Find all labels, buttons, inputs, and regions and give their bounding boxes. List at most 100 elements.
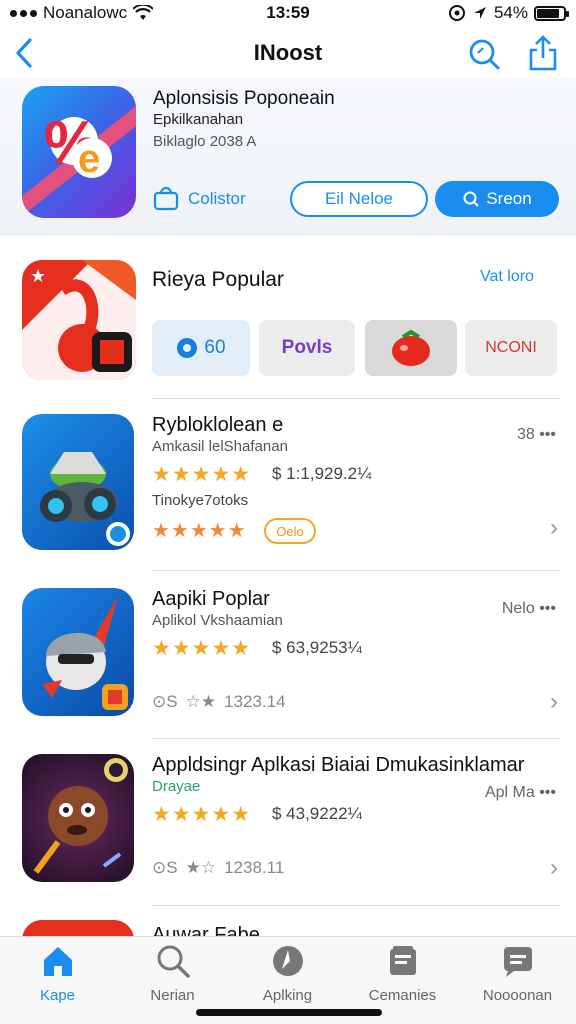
tab-search-label: Nerian [150, 987, 195, 1004]
featured-app-meta: Biklaglo 2038 A [153, 133, 257, 150]
divider [152, 738, 560, 739]
chevron-right-icon: › [550, 514, 558, 541]
popular-section-title: Rieya Popular [152, 268, 284, 291]
secondary-rating-stars: ★★★★★ [152, 520, 247, 542]
chip-tomato[interactable] [365, 320, 457, 376]
list-item[interactable]: Aapiki Poplar Aplikol Vkshaamian Nelo ••… [0, 588, 576, 758]
compass-icon [272, 946, 303, 976]
app-icon [22, 754, 134, 882]
rating-stars: ★★★★★ [152, 803, 252, 826]
chevron-right-icon: › [550, 688, 558, 715]
app-size-text: Apl Ma [484, 784, 540, 801]
app-meta-value: 1238.11 [224, 858, 285, 877]
search-icon [157, 945, 190, 978]
star-outline-icon: ★☆ [185, 858, 217, 877]
list-item[interactable]: Rybloklolean e Amkasil lelShafanan 38 ••… [0, 414, 576, 584]
button-search-icon [463, 191, 480, 207]
app-name: Appldsingr Aplkasi Biaiai Dmukasinklamar [152, 754, 525, 776]
app-meta-value: 1323.14 [224, 692, 286, 711]
app-size: Apl Ma ••• [485, 784, 556, 802]
chip-povls[interactable]: Povls [259, 320, 355, 376]
alarm-icon [448, 5, 465, 21]
battery-percent: 54% [493, 3, 528, 22]
status-left: Noanalowc [10, 3, 210, 23]
robot-icon [40, 452, 130, 546]
featured-logo-icon: % e [22, 106, 136, 216]
svg-text:★: ★ [30, 266, 46, 286]
divider [152, 398, 560, 399]
clock-icon: ⊙S [152, 692, 178, 711]
tab-messages-label: Noooonan [482, 987, 553, 1004]
tab-home-label: Kape [39, 987, 76, 1004]
see-all-link[interactable]: Vat loro [480, 268, 534, 286]
featured-app-name: Aplonsisis Poponeain [153, 88, 335, 109]
popular-logo-icon: ★ [22, 260, 136, 380]
list-item[interactable]: Auwar Fabe [0, 920, 576, 936]
share-icon[interactable] [526, 34, 560, 72]
chip-povls-label: Povls [281, 337, 333, 358]
app-meta-row: ⊙S ☆★ 1323.14 [152, 692, 286, 712]
home-indicator[interactable] [196, 1009, 382, 1016]
primary-action-label: Sreon [486, 189, 532, 208]
chip-go[interactable]: 60 [152, 320, 250, 376]
app-size: 38 ••• [517, 426, 556, 444]
app-icon [22, 588, 134, 716]
tab-companies[interactable]: Cemanies [345, 943, 460, 1004]
featured-app-subtitle: Epkilkanahan [153, 111, 244, 128]
status-time: 13:59 [266, 3, 310, 22]
primary-action-button[interactable]: Sreon [435, 181, 559, 217]
tab-companies-label: Cemanies [368, 987, 437, 1004]
app-name: Rybloklolean e [152, 414, 284, 436]
bag-icon [153, 186, 179, 211]
app-icon [22, 414, 134, 550]
more-dots-icon[interactable]: ••• [539, 600, 556, 617]
rating-stars: ★★★★★ [152, 637, 252, 660]
list-item[interactable]: Appldsingr Aplkasi Biaiai Dmukasinklamar… [0, 754, 576, 924]
status-bar: Noanalowc 13:59 54% [0, 0, 576, 26]
popular-app-icon[interactable]: ★ [22, 260, 136, 380]
app-extra: Tinokye7otoks [152, 492, 249, 509]
creature-icon [33, 758, 128, 874]
app-size: Nelo ••• [502, 600, 556, 618]
more-dots-icon[interactable]: ••• [539, 784, 556, 801]
nav-bar: INoost [0, 28, 576, 78]
home-icon [43, 947, 72, 976]
chip-go-label: 60 [204, 337, 226, 358]
more-dots-icon[interactable]: ••• [539, 426, 556, 443]
circle-icon [177, 338, 198, 358]
app-name: Auwar Fabe [152, 924, 260, 936]
knight-icon [42, 596, 128, 710]
divider [152, 570, 560, 571]
tab-home[interactable]: Kape [0, 943, 115, 1004]
app-developer: Drayae [152, 778, 201, 795]
app-size-text: Nelo [501, 600, 540, 617]
app-price: $ 43,9222¼ [272, 804, 362, 823]
search-icon[interactable] [466, 36, 502, 72]
tab-search[interactable]: Nerian [115, 943, 230, 1004]
divider [152, 905, 560, 906]
wifi-icon [133, 5, 154, 20]
carrier-name: Noanalowc [43, 3, 128, 22]
status-right: 54% [366, 3, 569, 23]
featured-app-card: % e Aplonsisis Poponeain Epkilkanahan Bi… [0, 78, 576, 236]
app-size-text: 38 [516, 426, 540, 443]
tab-explore[interactable]: Aplking [230, 943, 345, 1004]
location-icon [473, 7, 486, 19]
battery-icon [534, 5, 569, 21]
box-icon [389, 946, 416, 975]
tab-explore-label: Aplking [262, 987, 313, 1004]
chevron-right-icon: › [550, 854, 558, 881]
status-badge: Oelo [264, 518, 316, 544]
tab-messages[interactable]: Noooonan [460, 943, 575, 1004]
chat-icon [503, 947, 532, 977]
app-meta-row: ⊙S ★☆ 1238.11 [152, 858, 284, 878]
featured-app-icon[interactable]: % e [22, 86, 136, 218]
app-price: $ 1:1,929.2¼ [272, 464, 372, 483]
svg-text:e: e [78, 137, 100, 181]
battery-level [537, 8, 559, 18]
secondary-action-button[interactable]: Eil Neloe [290, 181, 428, 217]
chip-nconi-label: NCONI [485, 339, 537, 356]
signal-dots-icon [10, 9, 37, 17]
chip-nconi[interactable]: NCONI [465, 320, 557, 376]
shop-link[interactable]: Colistor [152, 182, 246, 216]
